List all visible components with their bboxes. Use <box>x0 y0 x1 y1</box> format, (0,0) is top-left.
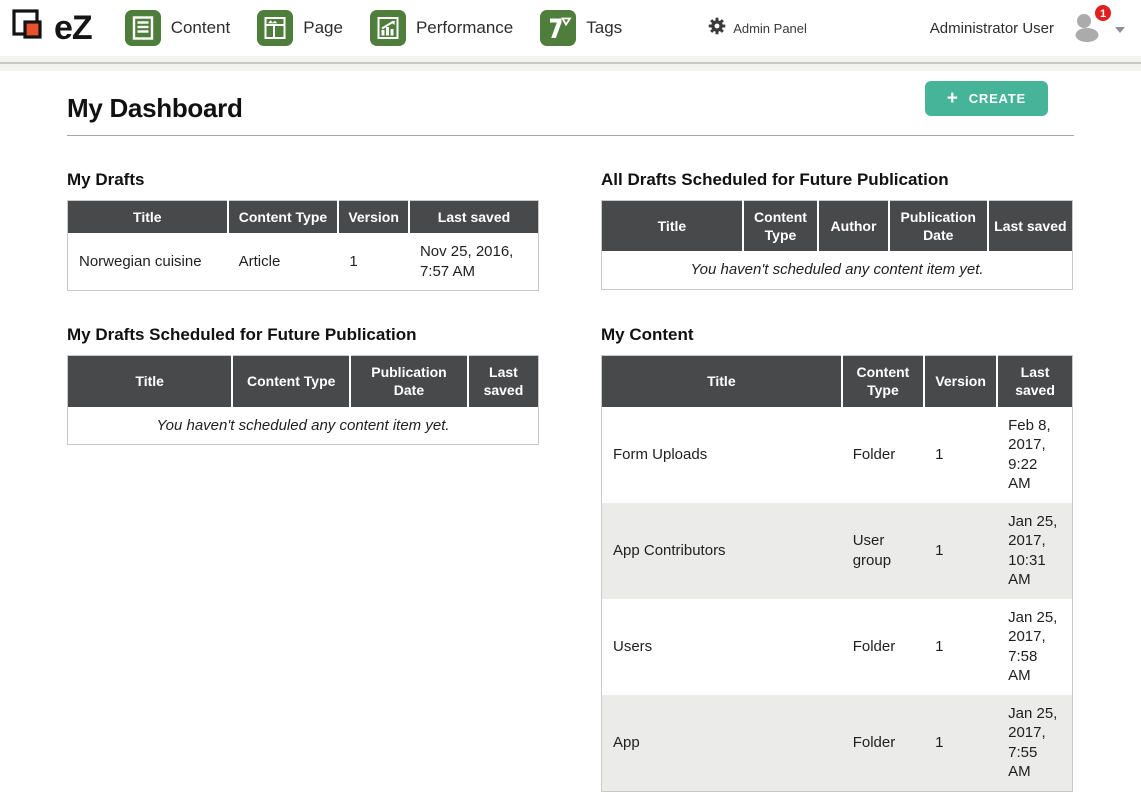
content-icon <box>125 10 161 46</box>
tags-icon <box>540 10 576 46</box>
column-header-publication-date: Publication Date <box>889 201 988 252</box>
table-cell: Form Uploads <box>602 407 842 503</box>
avatar[interactable]: 1 <box>1070 11 1106 45</box>
all-drafts-scheduled-table: TitleContent TypeAuthorPublication DateL… <box>601 200 1073 290</box>
header-row: TitleContent TypeVersionLast saved <box>602 356 1073 407</box>
title-rule <box>67 135 1074 136</box>
table-row[interactable]: AppFolder1Jan 25, 2017, 7:55 AM <box>602 695 1073 792</box>
section-title-my-drafts: My Drafts <box>67 170 539 190</box>
column-header-title: Title <box>602 356 842 407</box>
column-header-title: Title <box>68 356 233 407</box>
user-area: Administrator User 1 <box>930 11 1125 45</box>
nav-item-tags-label: Tags <box>586 18 622 38</box>
table-cell: App Contributors <box>602 503 842 599</box>
table-row[interactable]: Norwegian cuisineArticle1Nov 25, 2016, 7… <box>68 233 539 291</box>
table-cell: Folder <box>842 599 924 695</box>
header-row: TitleContent TypeAuthorPublication DateL… <box>602 201 1073 252</box>
performance-icon <box>370 10 406 46</box>
table-cell: 1 <box>924 503 997 599</box>
table-row[interactable]: UsersFolder1Jan 25, 2017, 7:58 AM <box>602 599 1073 695</box>
table-row[interactable]: App ContributorsUser group1Jan 25, 2017,… <box>602 503 1073 599</box>
column-header-last-saved: Last saved <box>468 356 539 407</box>
table-cell: Norwegian cuisine <box>68 233 228 291</box>
nav-divider <box>0 56 1141 71</box>
chevron-down-icon[interactable] <box>1115 27 1125 33</box>
table-cell: App <box>602 695 842 792</box>
gear-icon <box>708 17 726 40</box>
nav-item-performance[interactable]: Performance <box>370 10 513 46</box>
main-menu: Content Page <box>125 10 623 46</box>
table-cell: Nov 25, 2016, 7:57 AM <box>409 233 539 291</box>
column-header-title: Title <box>68 201 228 234</box>
empty-row: You haven't scheduled any content item y… <box>68 407 539 445</box>
column-header-title: Title <box>602 201 743 252</box>
section-my-content: My Content TitleContent TypeVersionLast … <box>601 325 1073 791</box>
section-title-my-content: My Content <box>601 325 1073 345</box>
table-cell: Folder <box>842 407 924 503</box>
column-header-version: Version <box>338 201 409 234</box>
table-cell: 1 <box>924 599 997 695</box>
user-name: Administrator User <box>930 20 1054 37</box>
table-cell: 1 <box>338 233 409 291</box>
top-navigation: eZ Content <box>0 0 1141 56</box>
column-header-version: Version <box>924 356 997 407</box>
nav-item-page[interactable]: Page <box>257 10 343 46</box>
nav-item-performance-label: Performance <box>416 18 513 38</box>
table-cell: User group <box>842 503 924 599</box>
column-header-content-type: Content Type <box>743 201 818 252</box>
nav-item-content-label: Content <box>171 18 231 38</box>
ez-logo[interactable]: eZ <box>10 6 92 51</box>
column-header-content-type: Content Type <box>232 356 350 407</box>
page-icon <box>257 10 293 46</box>
notification-badge: 1 <box>1094 4 1112 22</box>
title-row: My Dashboard + CREATE <box>67 71 1074 124</box>
header-row: TitleContent TypePublication DateLast sa… <box>68 356 539 407</box>
my-drafts-scheduled-table: TitleContent TypePublication DateLast sa… <box>67 355 539 445</box>
table-cell: 1 <box>924 407 997 503</box>
empty-message: You haven't scheduled any content item y… <box>68 407 539 445</box>
table-cell: Article <box>228 233 339 291</box>
column-header-content-type: Content Type <box>228 201 339 234</box>
ez-logo-icon <box>10 6 52 51</box>
table-row[interactable]: Form UploadsFolder1Feb 8, 2017, 9:22 AM <box>602 407 1073 503</box>
column-header-publication-date: Publication Date <box>350 356 468 407</box>
page-title: My Dashboard <box>67 93 1074 124</box>
nav-item-page-label: Page <box>303 18 343 38</box>
section-all-drafts-scheduled: All Drafts Scheduled for Future Publicat… <box>601 170 1073 290</box>
section-title-my-drafts-scheduled: My Drafts Scheduled for Future Publicati… <box>67 325 539 345</box>
table-cell: 1 <box>924 695 997 792</box>
ez-logo-text: eZ <box>54 9 92 48</box>
column-header-last-saved: Last saved <box>988 201 1073 252</box>
my-drafts-table: TitleContent TypeVersionLast savedNorweg… <box>67 200 539 291</box>
column-header-last-saved: Last saved <box>409 201 539 234</box>
dashboard-grid: My Drafts TitleContent TypeVersionLast s… <box>67 170 1074 792</box>
table-cell: Users <box>602 599 842 695</box>
plus-icon: + <box>947 92 959 105</box>
empty-row: You haven't scheduled any content item y… <box>602 251 1073 289</box>
table-cell: Folder <box>842 695 924 792</box>
table-cell: Jan 25, 2017, 7:58 AM <box>997 599 1072 695</box>
nav-item-content[interactable]: Content <box>125 10 231 46</box>
nav-item-tags[interactable]: Tags <box>540 10 622 46</box>
header-row: TitleContent TypeVersionLast saved <box>68 201 539 234</box>
column-header-author: Author <box>818 201 889 252</box>
section-my-drafts: My Drafts TitleContent TypeVersionLast s… <box>67 170 539 291</box>
section-title-all-drafts-scheduled: All Drafts Scheduled for Future Publicat… <box>601 170 1073 190</box>
admin-panel-button[interactable]: Admin Panel <box>708 17 807 40</box>
admin-panel-label: Admin Panel <box>733 21 807 36</box>
column-header-last-saved: Last saved <box>997 356 1072 407</box>
section-my-drafts-scheduled: My Drafts Scheduled for Future Publicati… <box>67 325 539 445</box>
table-cell: Jan 25, 2017, 7:55 AM <box>997 695 1072 792</box>
column-header-content-type: Content Type <box>842 356 924 407</box>
my-content-table: TitleContent TypeVersionLast savedForm U… <box>601 355 1073 791</box>
table-cell: Feb 8, 2017, 9:22 AM <box>997 407 1072 503</box>
create-button-label: CREATE <box>969 91 1026 106</box>
empty-message: You haven't scheduled any content item y… <box>602 251 1073 289</box>
table-cell: Jan 25, 2017, 10:31 AM <box>997 503 1072 599</box>
create-button[interactable]: + CREATE <box>925 81 1048 116</box>
dashboard-main: My Dashboard + CREATE My Drafts TitleCon… <box>0 71 1141 792</box>
